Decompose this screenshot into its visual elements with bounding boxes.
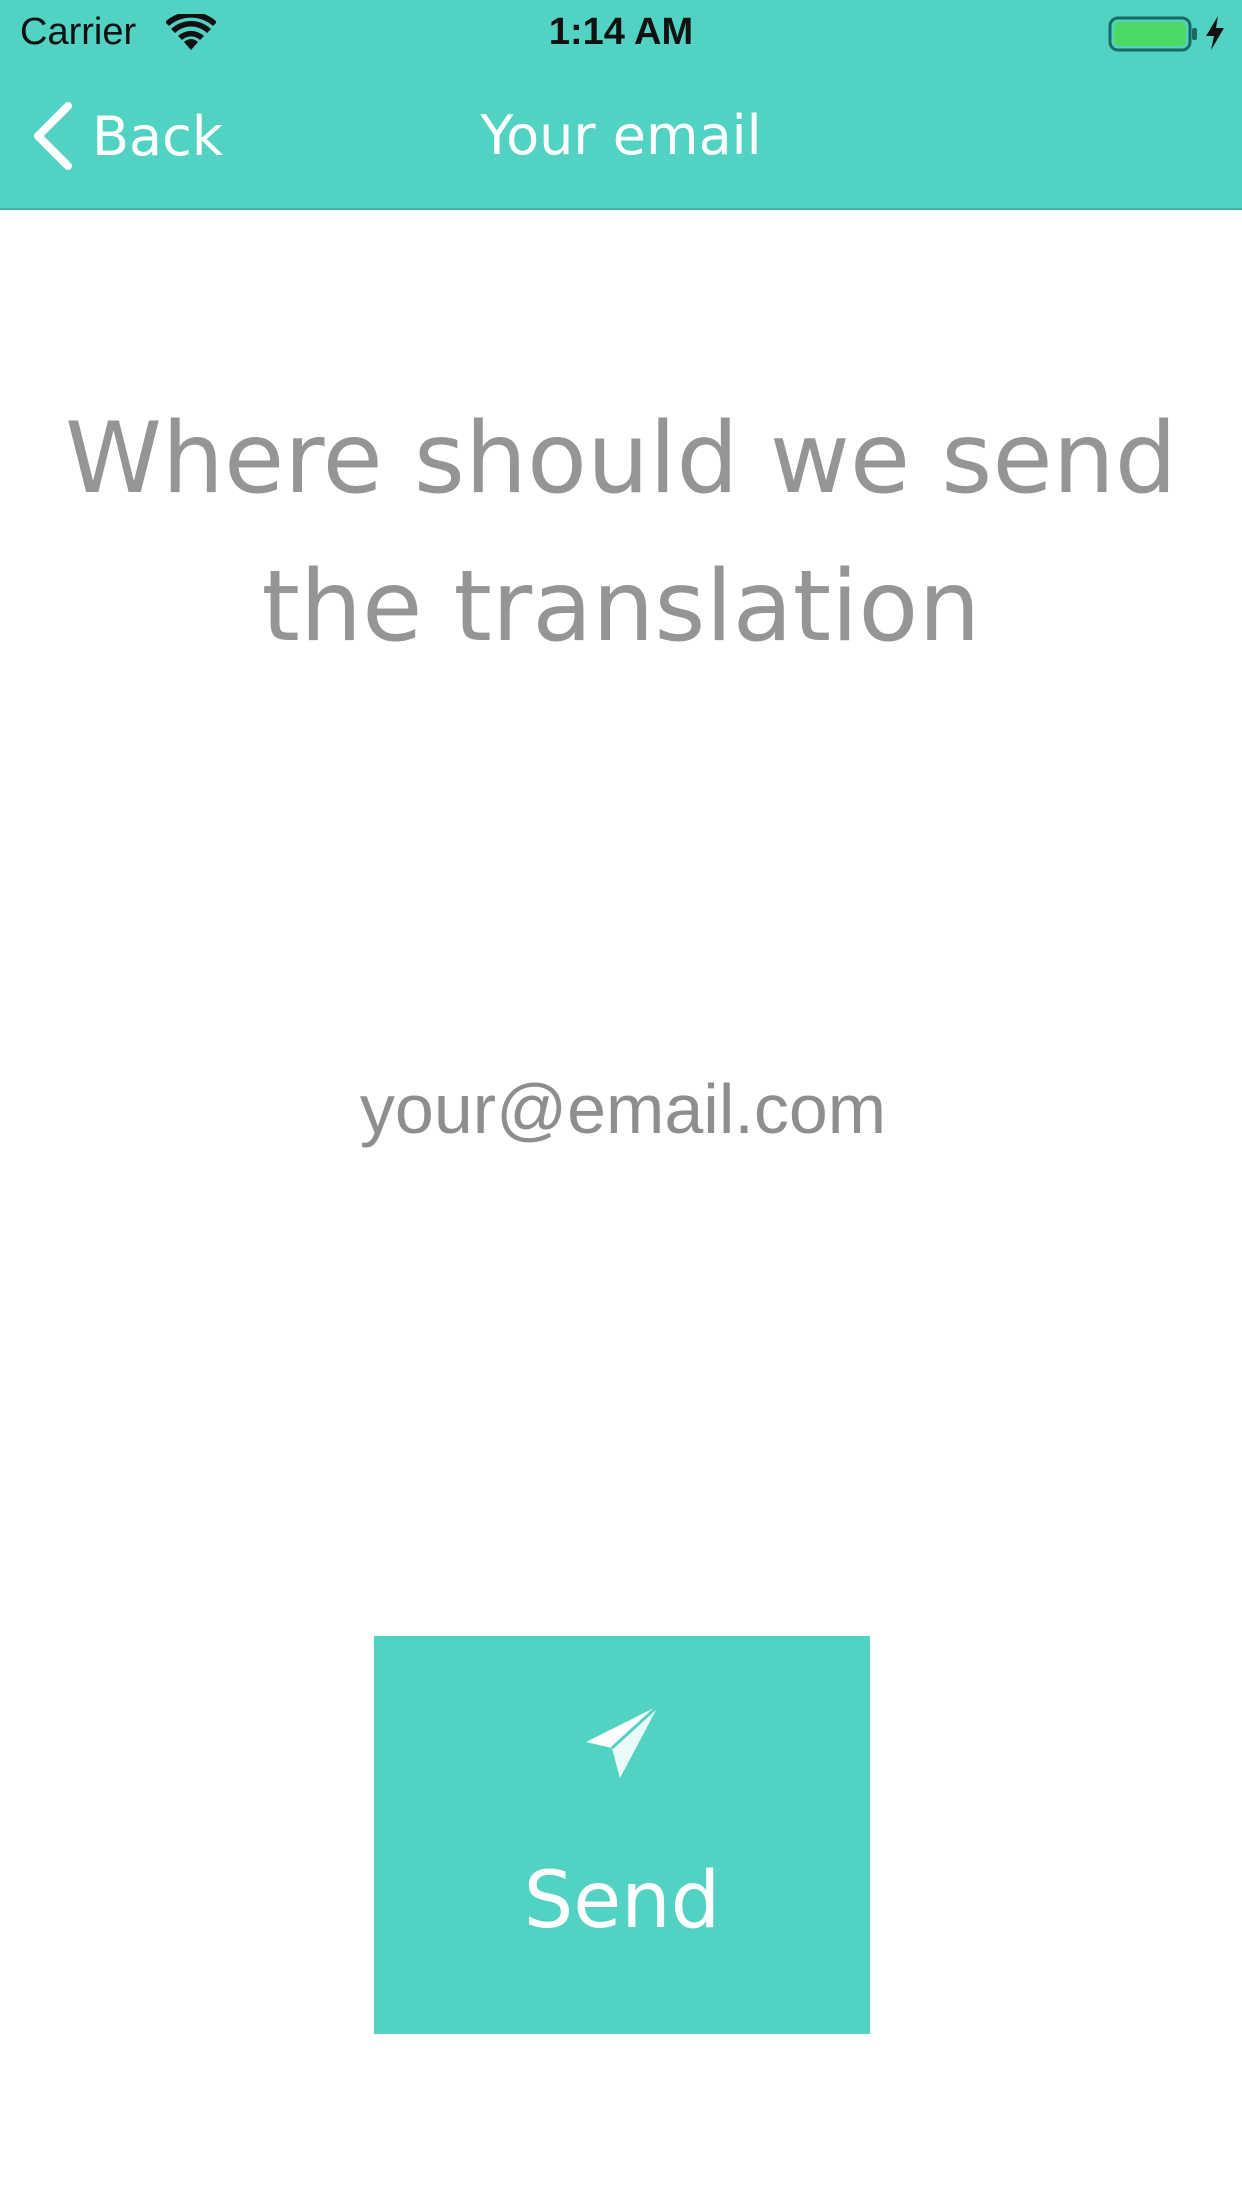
- status-bar: Carrier 1:14 AM: [0, 0, 1242, 66]
- email-field[interactable]: [120, 1058, 1126, 1160]
- prompt-heading: Where should we send the translation: [65, 402, 1177, 664]
- send-label: Send: [523, 1856, 721, 1946]
- battery-full-icon: [1108, 16, 1197, 52]
- status-time: 1:14 AM: [548, 11, 694, 53]
- charging-bolt-icon: [1206, 16, 1224, 50]
- navigation-bar: Back Your email: [0, 66, 1242, 210]
- paper-plane-icon: [586, 1704, 660, 1778]
- send-button[interactable]: Send: [374, 1636, 870, 2034]
- page-title: Your email: [480, 104, 762, 167]
- header: Carrier 1:14 AM Back Your email: [0, 0, 1242, 210]
